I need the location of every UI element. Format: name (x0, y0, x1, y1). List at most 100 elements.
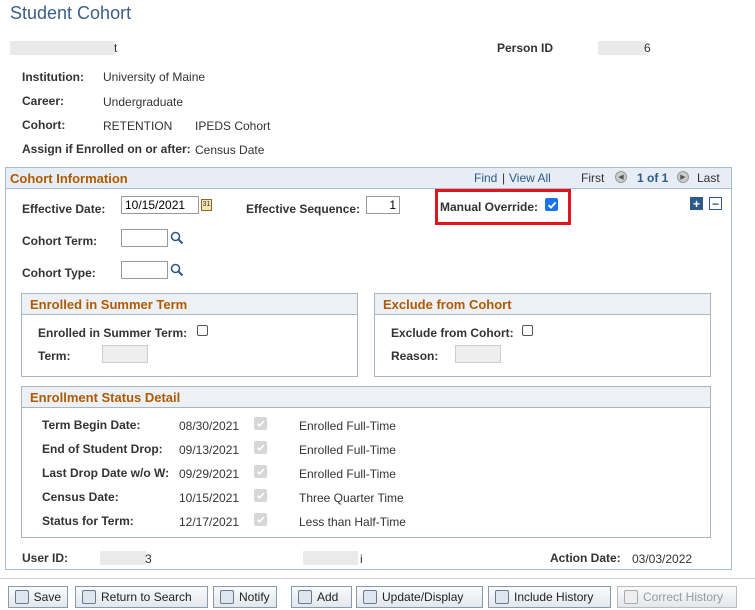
enrollment-row-checkbox (254, 441, 267, 454)
enrollment-row-date: 10/15/2021 (179, 491, 240, 505)
enrollment-status-header: Enrollment Status Detail (22, 387, 710, 408)
checkmark-icon (547, 201, 556, 209)
save-button[interactable]: Save (8, 586, 68, 608)
enrollment-row-checkbox (254, 417, 267, 430)
enrollment-row-date: 09/29/2021 (179, 467, 240, 481)
view-all-link[interactable]: View All (509, 171, 551, 185)
summer-term-label: Term: (38, 349, 71, 363)
institution-label: Institution: (22, 70, 84, 84)
add-label: Add (317, 590, 339, 604)
add-icon (298, 590, 312, 604)
effective-date-label: Effective Date: (22, 202, 106, 216)
manual-override-checkbox[interactable] (545, 198, 558, 211)
assign-if-enrolled-label: Assign if Enrolled on or after: (22, 142, 191, 156)
action-date-label: Action Date: (550, 551, 621, 565)
cohort-type-input[interactable] (121, 261, 168, 279)
user-name-suffix: i (360, 552, 363, 566)
first-label: First (581, 171, 605, 185)
enrollment-row-date: 09/13/2021 (179, 443, 240, 457)
cohort-type-label: Cohort Type: (22, 266, 96, 280)
reason-label: Reason: (391, 349, 439, 363)
user-id-label: User ID: (22, 551, 69, 565)
cohort-label: Cohort: (22, 118, 66, 132)
enrollment-row-checkbox (254, 513, 267, 526)
enrollment-row-label: Term Begin Date: (42, 418, 141, 432)
enrollment-row-label: Census Date: (42, 490, 119, 504)
enrollment-row-date: 08/30/2021 (179, 419, 240, 433)
redacted-user-id (100, 551, 146, 565)
institution-value: University of Maine (103, 70, 206, 84)
effective-date-input[interactable] (121, 196, 199, 214)
exclude-cohort-header: Exclude from Cohort (375, 294, 710, 315)
enrollment-row-checkbox (254, 465, 267, 478)
summer-term-header: Enrolled in Summer Term (22, 294, 357, 315)
notify-button[interactable]: Notify (213, 586, 277, 608)
manual-override-label: Manual Override: (440, 200, 539, 214)
cohort-value: RETENTION (103, 119, 173, 133)
previous-arrow-icon[interactable]: ◀ (615, 171, 627, 183)
effective-sequence-input[interactable] (366, 196, 400, 214)
enrollment-row-date: 12/17/2021 (179, 515, 240, 529)
page-title: Student Cohort (10, 3, 132, 23)
notify-icon (220, 590, 234, 604)
person-id-label: Person ID (497, 41, 554, 55)
enrollment-row-status: Enrolled Full-Time (299, 419, 396, 433)
cohort-information-title: Cohort Information (10, 171, 128, 186)
last-label: Last (697, 171, 720, 185)
summer-term-field (102, 345, 148, 363)
enrollment-row-label: End of Student Drop: (42, 442, 163, 456)
calendar-icon[interactable]: 31 (201, 199, 212, 211)
reason-field (455, 345, 501, 363)
effective-sequence-label: Effective Sequence: (246, 202, 361, 216)
include-history-button[interactable]: Include History (488, 586, 611, 608)
toolbar-divider (0, 578, 755, 579)
search-icon (82, 590, 96, 604)
next-arrow-icon[interactable]: ▶ (677, 171, 689, 183)
correct-history-label: Correct History (643, 590, 724, 604)
enrollment-row-status: Three Quarter Time (299, 491, 404, 505)
person-id-suffix: 6 (644, 41, 651, 55)
enrollment-row-status: Enrolled Full-Time (299, 467, 396, 481)
add-row-button[interactable]: + (690, 197, 703, 210)
cohort-term-label: Cohort Term: (22, 234, 98, 248)
redacted-user-name (303, 551, 358, 565)
cohort-term-lookup-icon[interactable] (170, 231, 184, 248)
return-to-search-label: Return to Search (101, 590, 192, 604)
enrolled-summer-checkbox[interactable] (197, 325, 208, 336)
checkmark-icon (256, 420, 265, 428)
assign-if-enrolled-value: Census Date (195, 143, 265, 157)
exclude-cohort-checkbox[interactable] (522, 325, 533, 336)
add-button[interactable]: Add (291, 586, 352, 608)
enrolled-summer-label: Enrolled in Summer Term: (38, 326, 188, 340)
enrollment-row-status: Less than Half-Time (299, 515, 406, 529)
save-label: Save (33, 590, 61, 604)
exclude-cohort-label: Exclude from Cohort: (391, 326, 514, 340)
include-history-label: Include History (514, 590, 594, 604)
save-icon (15, 590, 29, 604)
enrollment-row-status: Enrolled Full-Time (299, 443, 396, 457)
find-link[interactable]: Find (474, 171, 497, 185)
checkmark-icon (256, 516, 265, 524)
redacted-name (10, 41, 115, 55)
cohort-term-input[interactable] (121, 229, 168, 247)
enrollment-row-label: Status for Term: (42, 514, 134, 528)
cohort-value-description: IPEDS Cohort (195, 119, 271, 133)
redacted-person-id (598, 41, 646, 55)
user-id-suffix: 3 (145, 552, 152, 566)
cohort-type-lookup-icon[interactable] (170, 263, 184, 280)
include-history-icon (495, 590, 509, 604)
update-display-label: Update/Display (382, 590, 464, 604)
name-suffix: t (114, 41, 118, 55)
update-display-button[interactable]: Update/Display (356, 586, 483, 608)
row-count: 1 of 1 (637, 171, 669, 185)
action-date-value: 03/03/2022 (632, 552, 693, 566)
return-to-search-button[interactable]: Return to Search (75, 586, 208, 608)
checkmark-icon (256, 492, 265, 500)
checkmark-icon (256, 468, 265, 476)
find-separator: | (502, 171, 506, 185)
enrollment-row-label: Last Drop Date w/o W: (42, 466, 170, 480)
enrollment-row-checkbox (254, 489, 267, 502)
delete-row-button[interactable]: − (709, 197, 722, 210)
correct-history-icon (624, 590, 638, 604)
checkmark-icon (256, 444, 265, 452)
